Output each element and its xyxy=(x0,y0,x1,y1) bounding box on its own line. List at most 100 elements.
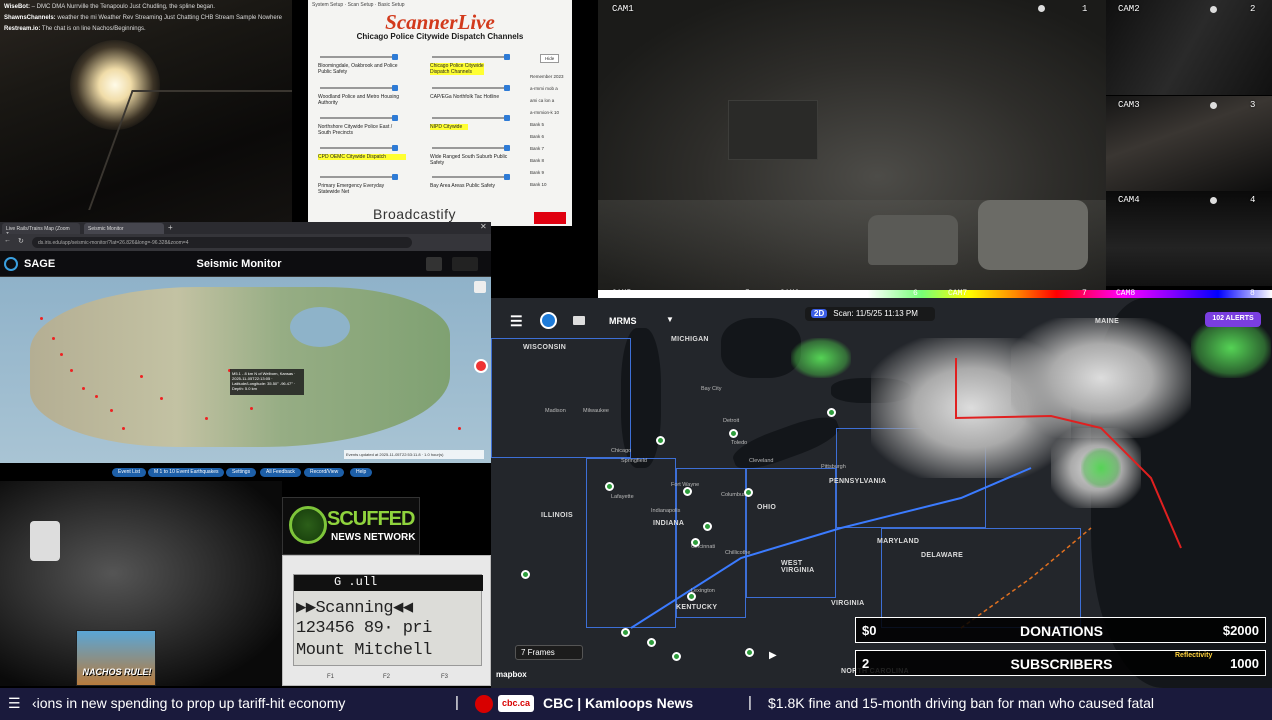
volume-slider[interactable] xyxy=(320,85,398,91)
tab-rail-map[interactable]: Live Rails/Trains Map (Zoom T... xyxy=(2,223,80,238)
layers-icon[interactable] xyxy=(474,281,486,293)
volume-slider[interactable] xyxy=(432,54,510,60)
weather-station-pin[interactable] xyxy=(687,592,696,601)
mode-badge[interactable]: 2D xyxy=(811,309,828,318)
volume-slider[interactable] xyxy=(432,174,510,180)
quake-marker[interactable] xyxy=(122,427,125,430)
weather-station-pin[interactable] xyxy=(683,487,692,496)
scanner-option[interactable]: Bank 10 xyxy=(530,182,547,187)
weather-station-pin[interactable] xyxy=(703,522,712,531)
signal-bar: G .ull xyxy=(294,575,483,591)
quake-marker[interactable] xyxy=(110,409,113,412)
slider-handle[interactable] xyxy=(392,85,398,91)
scanner-option[interactable]: a-rmmion-k 10 xyxy=(530,110,559,115)
channel-left-1[interactable]: Bloomingdale, Oakbrook and Police Public… xyxy=(318,63,406,75)
f3-key[interactable]: F3 xyxy=(441,674,448,680)
power-icon[interactable] xyxy=(540,312,557,329)
channel-right-1[interactable]: Chicago Police Citywide Dispatch Channel… xyxy=(430,63,484,75)
hide-button[interactable]: Hide xyxy=(540,54,560,63)
weather-station-pin[interactable] xyxy=(672,652,681,661)
f1-key[interactable]: F1 xyxy=(327,674,334,680)
quake-marker[interactable] xyxy=(160,397,163,400)
reload-icon[interactable]: ↻ xyxy=(18,237,24,245)
quake-marker[interactable] xyxy=(60,353,63,356)
scanner-option[interactable]: ami ca lon a xyxy=(530,98,554,103)
chevron-down-icon[interactable]: ▼ xyxy=(666,315,674,324)
quake-marker[interactable] xyxy=(82,387,85,390)
volume-slider[interactable] xyxy=(320,115,398,121)
slider-handle[interactable] xyxy=(392,115,398,121)
quake-marker[interactable] xyxy=(250,407,253,410)
record-view-button[interactable]: Record/View xyxy=(304,468,345,477)
hamburger-menu-icon[interactable]: ☰ xyxy=(510,313,523,330)
scanner-option[interactable]: Bank 6 xyxy=(530,134,544,139)
channel-left-5[interactable]: Primary Emergency Everyday Statewide Net xyxy=(318,183,406,195)
volume-slider[interactable] xyxy=(320,54,398,60)
quake-marker[interactable] xyxy=(458,427,461,430)
weather-station-pin[interactable] xyxy=(744,488,753,497)
frames-selector[interactable]: 7 Frames xyxy=(515,645,583,660)
channel-right-4[interactable]: Wide Ranged South Suburb Public Safety xyxy=(430,154,518,166)
scanner-option[interactable]: Bank 9 xyxy=(530,170,544,175)
new-tab-icon[interactable]: + xyxy=(168,223,173,232)
state-label-ohio: OHIO xyxy=(757,504,777,511)
seismic-map[interactable]: M5.1 - 8 km N of Welborn, Kansas · 2025-… xyxy=(0,277,491,463)
scanner-menu[interactable]: System Setup · Scan Setup · Basic Setup xyxy=(312,2,405,8)
scanner-option[interactable]: Bank 7 xyxy=(530,146,544,151)
volume-slider[interactable] xyxy=(432,85,510,91)
product-selector[interactable]: MRMS xyxy=(609,316,637,326)
channel-right-5[interactable]: Bay Area Areas Public Safety xyxy=(430,183,518,189)
weather-station-pin[interactable] xyxy=(647,638,656,647)
volume-slider[interactable] xyxy=(432,115,510,121)
back-icon[interactable]: ← xyxy=(4,237,11,244)
channel-right-2[interactable]: CAP/EGa Northfolk Tac Hotline xyxy=(430,94,518,100)
scanner-option[interactable]: Remember 2023 xyxy=(530,74,564,79)
layers-icon[interactable] xyxy=(573,316,585,325)
earthquakes-button[interactable]: M 1 to 10 Event Earthquakes xyxy=(148,468,225,477)
scanner-option[interactable]: a-rmmi mob a xyxy=(530,86,558,91)
channel-left-4[interactable]: CPD OEMC Citywide Dispatch xyxy=(318,154,406,160)
slider-handle[interactable] xyxy=(392,145,398,151)
alerts-button[interactable]: 102 ALERTS xyxy=(1205,312,1261,327)
scanner-option[interactable]: Bank 5 xyxy=(530,122,544,127)
close-icon[interactable]: ✕ xyxy=(480,222,487,231)
slider-handle[interactable] xyxy=(504,115,510,121)
feedback-button[interactable]: All Feedback xyxy=(260,468,301,477)
weather-station-pin[interactable] xyxy=(605,482,614,491)
menu-icon[interactable]: ☰ xyxy=(8,695,22,711)
weather-station-pin[interactable] xyxy=(827,408,836,417)
channel-right-3[interactable]: NIPD Citywide xyxy=(430,124,468,130)
weather-station-pin[interactable] xyxy=(621,628,630,637)
channel-left-3[interactable]: Northshore Citywide Police East / South … xyxy=(318,124,406,136)
settings-button[interactable]: Settings xyxy=(226,468,257,477)
scanner-option[interactable]: Bank 8 xyxy=(530,158,544,163)
quake-marker[interactable] xyxy=(40,317,43,320)
weather-station-pin[interactable] xyxy=(729,429,738,438)
channel-left-2[interactable]: Woodland Police and Metro Housing Author… xyxy=(318,94,406,106)
tab-seismic-monitor[interactable]: Seismic Monitor xyxy=(84,223,164,234)
slider-handle[interactable] xyxy=(392,54,398,60)
slider-handle[interactable] xyxy=(392,174,398,180)
quake-marker[interactable] xyxy=(205,417,208,420)
quake-marker[interactable] xyxy=(52,337,55,340)
volume-slider[interactable] xyxy=(320,174,398,180)
f2-key[interactable]: F2 xyxy=(383,674,390,680)
volume-slider[interactable] xyxy=(432,145,510,151)
volume-slider[interactable] xyxy=(320,145,398,151)
weather-station-pin[interactable] xyxy=(521,570,530,579)
play-icon[interactable]: ▶ xyxy=(769,650,781,662)
quake-marker[interactable] xyxy=(140,375,143,378)
slider-handle[interactable] xyxy=(504,174,510,180)
weather-station-pin[interactable] xyxy=(745,648,754,657)
location-icon[interactable] xyxy=(474,359,488,373)
weather-station-pin[interactable] xyxy=(691,538,700,547)
slider-handle[interactable] xyxy=(504,54,510,60)
event-list-button[interactable]: Event List xyxy=(112,468,146,477)
url-input[interactable]: ds.iris.edu/app/seismic-monitor/?lat=26.… xyxy=(32,237,412,248)
quake-marker[interactable] xyxy=(95,395,98,398)
weather-station-pin[interactable] xyxy=(656,436,665,445)
help-button[interactable]: Help xyxy=(350,468,373,477)
quake-marker[interactable] xyxy=(70,369,73,372)
slider-handle[interactable] xyxy=(504,145,510,151)
slider-handle[interactable] xyxy=(504,85,510,91)
